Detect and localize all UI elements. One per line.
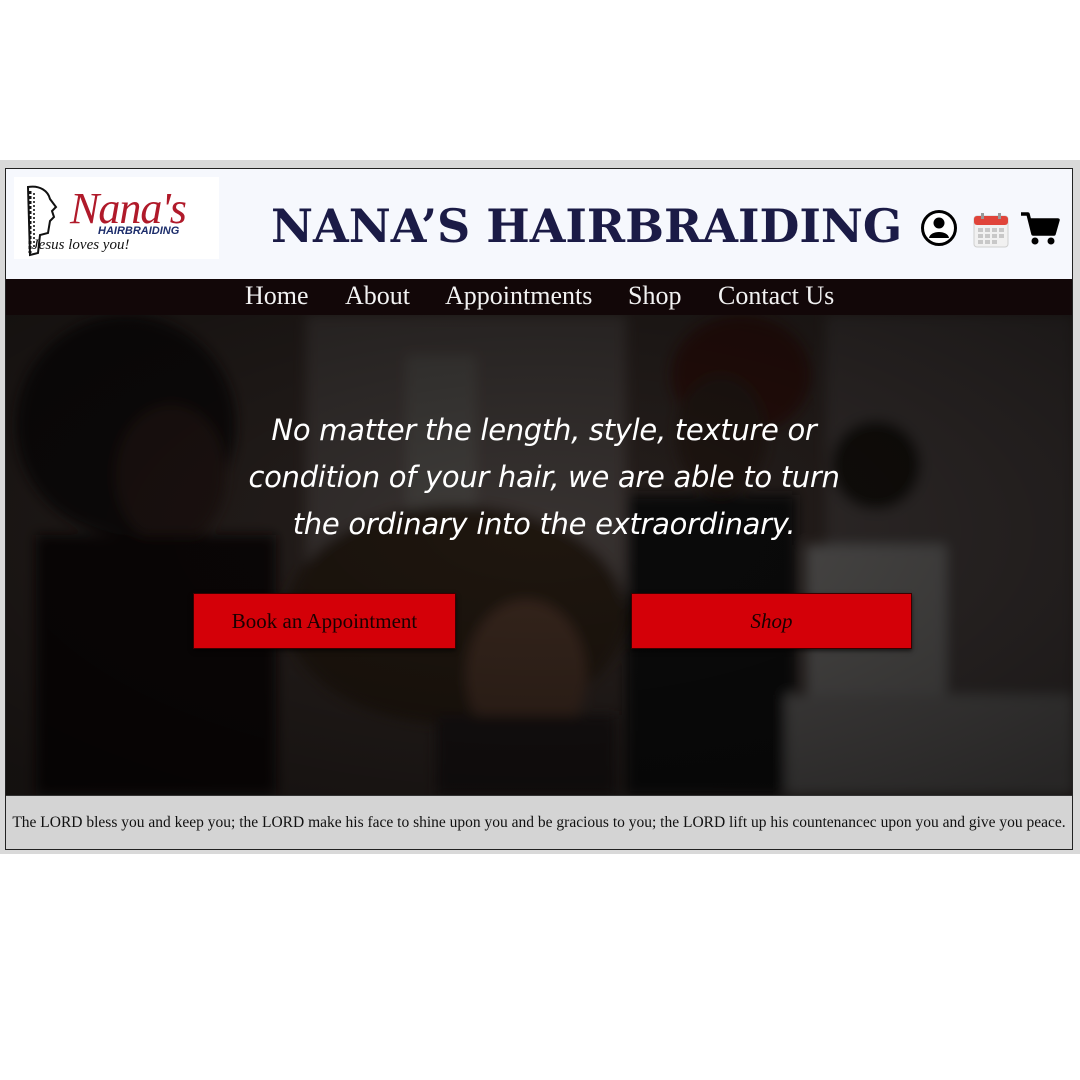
book-appointment-label: Book an Appointment — [231, 608, 418, 633]
nav-item-appointments[interactable]: Appointments — [445, 281, 592, 311]
hero-background-photo — [6, 315, 1072, 795]
shop-button[interactable]: Shop — [631, 593, 912, 649]
logo-tagline: Jesus loves you! — [32, 237, 130, 253]
site-footer: The LORD bless you and keep you; the LOR… — [6, 795, 1072, 849]
nav-item-shop[interactable]: Shop — [628, 281, 681, 311]
site-header: Nana's HAIRBRAIDING Jesus loves you! NAN… — [6, 169, 1072, 279]
shopping-cart-icon[interactable] — [1020, 211, 1060, 252]
main-nav: Home About Appointments Shop Contact Us — [6, 279, 1072, 315]
book-appointment-button[interactable]: Book an Appointment — [193, 593, 456, 649]
site-logo[interactable]: Nana's HAIRBRAIDING Jesus loves you! — [14, 177, 219, 259]
footer-blessing: The LORD bless you and keep you; the LOR… — [12, 814, 1066, 831]
calendar-icon[interactable] — [973, 212, 1009, 253]
website-frame: Nana's HAIRBRAIDING Jesus loves you! NAN… — [5, 168, 1073, 850]
site-title: NANA’S HAIRBRAIDING — [271, 199, 903, 253]
logo-sub-text: HAIRBRAIDING — [98, 225, 180, 237]
nav-item-contact-us[interactable]: Contact Us — [718, 281, 834, 311]
shop-button-label: Shop — [750, 608, 793, 633]
hero-tagline: No matter the length, style, texture or … — [248, 413, 840, 541]
hero-section: No matter the length, style, texture or … — [6, 315, 1072, 795]
nav-item-about[interactable]: About — [345, 281, 410, 311]
user-account-icon[interactable] — [920, 209, 958, 252]
nav-item-home[interactable]: Home — [245, 281, 309, 311]
